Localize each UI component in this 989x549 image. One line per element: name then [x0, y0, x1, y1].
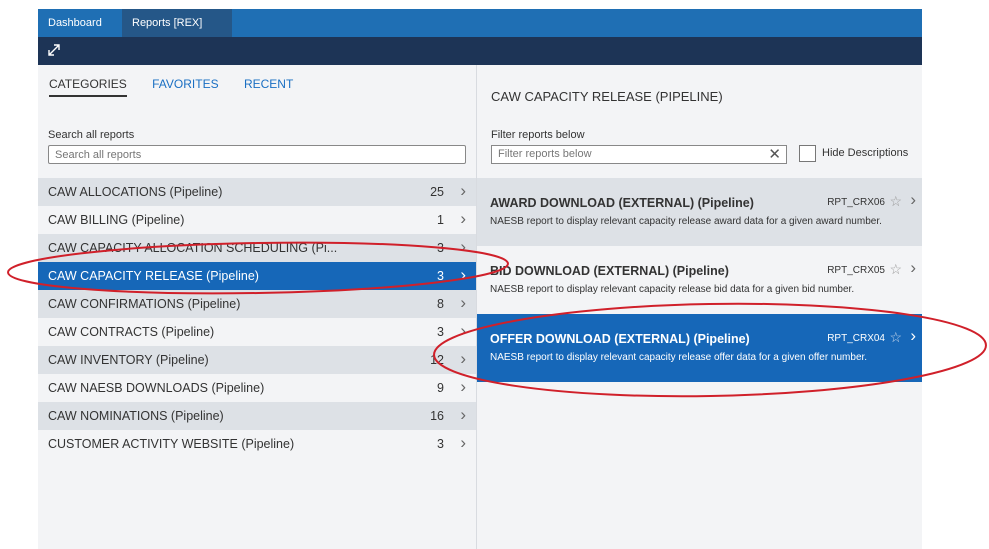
category-count: 3 [437, 241, 444, 255]
chevron-right-icon: › [460, 405, 466, 424]
category-name: CAW CONTRACTS (Pipeline) [48, 325, 215, 339]
category-row[interactable]: CAW BILLING (Pipeline) 1 › [38, 206, 476, 234]
search-input[interactable] [48, 145, 466, 164]
chevron-right-icon: › [460, 293, 466, 312]
tab-reports[interactable]: Reports [REX] ✕ [122, 9, 232, 58]
tab-reports-label: Reports [REX] [132, 17, 203, 29]
category-name: CAW INVENTORY (Pipeline) [48, 353, 209, 367]
toolbar [38, 37, 922, 65]
chevron-right-icon[interactable]: › [910, 258, 916, 278]
report-description: NAESB report to display relevant capacit… [490, 284, 855, 295]
chevron-right-icon: › [460, 349, 466, 368]
category-row[interactable]: CAW INVENTORY (Pipeline) 12 › [38, 346, 476, 374]
category-name: CAW ALLOCATIONS (Pipeline) [48, 185, 223, 199]
category-count: 8 [437, 297, 444, 311]
report-item[interactable]: BID DOWNLOAD (EXTERNAL) (Pipeline) RPT_C… [477, 246, 922, 314]
star-icon[interactable]: ☆ [889, 261, 902, 278]
category-name: CAW CAPACITY RELEASE (Pipeline) [48, 269, 259, 283]
report-item-selected[interactable]: OFFER DOWNLOAD (EXTERNAL) (Pipeline) RPT… [477, 314, 922, 382]
chevron-right-icon[interactable]: › [910, 190, 916, 210]
category-row[interactable]: CAW CAPACITY ALLOCATION SCHEDULING (Pi..… [38, 234, 476, 262]
tab-dashboard[interactable]: Dashboard [38, 9, 122, 37]
categories-panel: CATEGORIES FAVORITES RECENT Search all r… [38, 65, 477, 549]
reports-app: Dashboard Reports [REX] ✕ CATEGORIES FAV… [38, 9, 922, 549]
category-row[interactable]: CAW NAESB DOWNLOADS (Pipeline) 9 › [38, 374, 476, 402]
chevron-right-icon: › [460, 237, 466, 256]
category-count: 12 [430, 353, 444, 367]
report-item[interactable]: AWARD DOWNLOAD (EXTERNAL) (Pipeline) RPT… [477, 178, 922, 246]
search-label: Search all reports [48, 129, 135, 141]
report-name: AWARD DOWNLOAD (EXTERNAL) (Pipeline) [490, 196, 754, 210]
report-name: OFFER DOWNLOAD (EXTERNAL) (Pipeline) [490, 332, 750, 346]
tab-dashboard-label: Dashboard [48, 17, 102, 29]
chevron-right-icon: › [460, 181, 466, 200]
star-icon[interactable]: ☆ [889, 193, 902, 210]
report-description: NAESB report to display relevant capacit… [490, 352, 868, 363]
category-row[interactable]: CAW ALLOCATIONS (Pipeline) 25 › [38, 178, 476, 206]
report-description: NAESB report to display relevant capacit… [490, 216, 882, 227]
hide-descriptions-label: Hide Descriptions [822, 147, 909, 159]
category-count: 25 [430, 185, 444, 199]
category-name: CAW NOMINATIONS (Pipeline) [48, 409, 224, 423]
panel-title: CAW CAPACITY RELEASE (PIPELINE) [491, 89, 723, 104]
chevron-right-icon: › [460, 321, 466, 340]
filter-label: Filter reports below [491, 129, 585, 141]
report-name: BID DOWNLOAD (EXTERNAL) (Pipeline) [490, 264, 729, 278]
category-count: 3 [437, 269, 444, 283]
category-row-selected[interactable]: CAW CAPACITY RELEASE (Pipeline) 3 › [38, 262, 476, 290]
category-row[interactable]: CAW CONFIRMATIONS (Pipeline) 8 › [38, 290, 476, 318]
category-count: 3 [437, 325, 444, 339]
category-name: CAW BILLING (Pipeline) [48, 213, 185, 227]
star-icon[interactable]: ☆ [889, 329, 902, 346]
chevron-right-icon: › [460, 377, 466, 396]
expand-icon[interactable] [46, 42, 62, 58]
chevron-right-icon: › [460, 433, 466, 452]
category-tabs: CATEGORIES FAVORITES RECENT [49, 77, 315, 101]
filter-placeholder: Filter reports below [498, 148, 592, 160]
category-count: 9 [437, 381, 444, 395]
category-row[interactable]: CAW CONTRACTS (Pipeline) 3 › [38, 318, 476, 346]
filter-input[interactable]: Filter reports below ✕ [491, 145, 787, 164]
tab-categories[interactable]: CATEGORIES [49, 77, 127, 97]
category-name: CAW CONFIRMATIONS (Pipeline) [48, 297, 241, 311]
category-row[interactable]: CAW NOMINATIONS (Pipeline) 16 › [38, 402, 476, 430]
clear-icon[interactable]: ✕ [768, 145, 781, 163]
tab-bar: Dashboard Reports [REX] ✕ [38, 9, 922, 58]
chevron-right-icon: › [460, 265, 466, 284]
tab-favorites[interactable]: FAVORITES [152, 77, 218, 95]
report-code: RPT_CRX05 [827, 265, 885, 276]
report-code: RPT_CRX06 [827, 197, 885, 208]
chevron-right-icon[interactable]: › [910, 326, 916, 346]
category-name: CUSTOMER ACTIVITY WEBSITE (Pipeline) [48, 437, 295, 451]
category-list: CAW ALLOCATIONS (Pipeline) 25 › CAW BILLIN… [38, 178, 476, 458]
hide-descriptions-checkbox[interactable] [799, 145, 816, 162]
category-count: 1 [437, 213, 444, 227]
category-count: 16 [430, 409, 444, 423]
category-count: 3 [437, 437, 444, 451]
category-row[interactable]: CUSTOMER ACTIVITY WEBSITE (Pipeline) 3 › [38, 430, 476, 458]
report-code: RPT_CRX04 [827, 333, 885, 344]
chevron-right-icon: › [460, 209, 466, 228]
reports-panel: CAW CAPACITY RELEASE (PIPELINE) Filter r… [477, 65, 922, 549]
category-name: CAW CAPACITY ALLOCATION SCHEDULING (Pi..… [48, 241, 338, 255]
tab-recent[interactable]: RECENT [244, 77, 293, 95]
category-name: CAW NAESB DOWNLOADS (Pipeline) [48, 381, 265, 395]
